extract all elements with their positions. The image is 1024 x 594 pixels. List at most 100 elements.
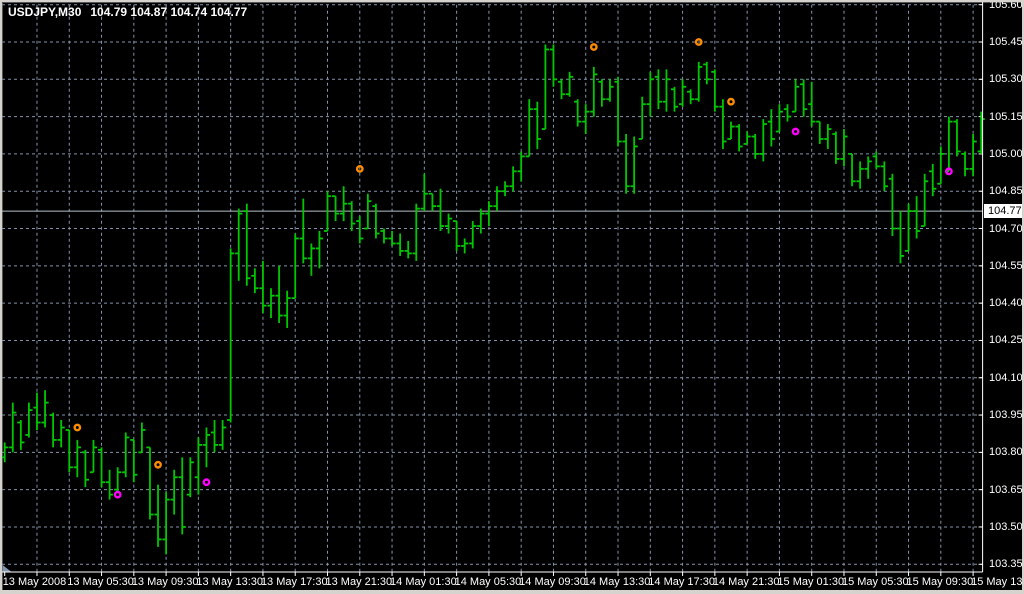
ohlc-bar: [453, 221, 460, 251]
ohlc-bar: [74, 440, 81, 477]
ohlc-bar: [752, 134, 759, 159]
ohlc-bar: [17, 420, 24, 450]
ohlc-bar: [550, 44, 557, 86]
ohlc-bar: [171, 470, 178, 515]
ohlc-bar: [582, 104, 589, 134]
price-axis-label: 105.60: [989, 2, 1022, 11]
ohlc-bar: [606, 79, 613, 101]
ohlc-bar: [865, 156, 872, 178]
ohlc-bar: [711, 69, 718, 111]
price-axis-label: 103.95: [989, 409, 1022, 421]
orange-signal-marker-icon: [591, 44, 596, 49]
time-axis-label: 13 May 05:30: [67, 576, 134, 588]
ohlc-bar: [631, 137, 638, 194]
ohlc-bar: [380, 229, 387, 244]
ohlc-bar: [792, 79, 799, 111]
price-axis-label: 104.55: [989, 260, 1022, 272]
time-axis-label: 13 May 13:30: [196, 576, 263, 588]
magenta-signal-marker-icon: [204, 480, 209, 485]
ohlc-bar: [647, 72, 654, 117]
ohlc-bar: [800, 79, 807, 116]
time-axis-label: 15 May 09:30: [907, 576, 974, 588]
ohlc-bar: [50, 413, 57, 448]
ohlc-bar: [429, 194, 436, 211]
ohlc-bar: [203, 427, 210, 467]
ohlc-bar: [219, 420, 226, 450]
ohlc-bar: [574, 99, 581, 126]
ohlc-quote-label: 104.79 104.87 104.74 104.77: [90, 5, 247, 19]
time-axis-label: 14 May 13:30: [584, 576, 651, 588]
ohlc-bar: [622, 134, 629, 194]
ohlc-bar: [671, 87, 678, 112]
ohlc-bar: [413, 204, 420, 261]
ohlc-bar: [970, 134, 977, 176]
time-axis-label: 14 May 05:30: [455, 576, 522, 588]
ohlc-bar: [146, 447, 153, 519]
ohlc-bar: [98, 447, 105, 487]
chart-window: USDJPY,M30 104.79 104.87 104.74 104.77 10…: [0, 0, 1024, 594]
ohlc-bar: [284, 291, 291, 328]
ohlc-bar: [808, 82, 815, 127]
price-axis-label: 105.15: [989, 111, 1022, 123]
ohlc-bar: [9, 403, 16, 453]
ohlc-bar: [437, 189, 444, 231]
orange-signal-marker-icon: [75, 425, 80, 430]
ohlc-bar: [663, 69, 670, 111]
ohlc-bar: [760, 119, 767, 161]
ohlc-bar: [66, 430, 73, 472]
ohlc-bar: [953, 119, 960, 156]
ohlc-bar: [590, 67, 597, 117]
ohlc-bar: [695, 62, 702, 102]
price-axis-label: 105.00: [989, 148, 1022, 160]
ohlc-bar: [848, 154, 855, 186]
symbol-period-label: USDJPY,M30: [8, 5, 81, 19]
chart-plot-area[interactable]: USDJPY,M30 104.79 104.87 104.74 104.77 10…: [2, 2, 1022, 590]
ohlc-bar: [122, 432, 129, 477]
ohlc-bar: [356, 216, 363, 243]
ohlc-bar: [687, 89, 694, 104]
ohlc-bar: [461, 238, 468, 253]
ohlc-bar: [744, 132, 751, 144]
ohlc-bar: [469, 221, 476, 248]
ohlc-bar: [275, 266, 282, 323]
price-axis-label: 104.70: [989, 223, 1022, 235]
ohlc-bar: [493, 186, 500, 211]
ohlc-bar: [332, 196, 339, 221]
ohlc-bar: [179, 457, 186, 534]
price-axis-label: 103.65: [989, 484, 1022, 496]
price-axis-label: 103.35: [989, 558, 1022, 570]
time-axis-label: 13 May 09:30: [132, 576, 199, 588]
ohlc-bar: [518, 151, 525, 181]
ohlc-bar: [130, 440, 137, 482]
ohlc-bar: [913, 196, 920, 238]
ohlc-bar: [259, 261, 266, 313]
time-axis-label: 14 May 17:30: [648, 576, 715, 588]
ohlc-bar: [840, 129, 847, 166]
ohlc-bar: [421, 174, 428, 211]
ohlc-bar: [978, 112, 985, 154]
time-axis-label: 14 May 09:30: [519, 576, 586, 588]
ohlc-bar: [881, 161, 888, 191]
ohlc-bar: [235, 209, 242, 281]
ohlc-bar: [485, 201, 492, 226]
ohlc-bar: [397, 234, 404, 256]
ohlc-bar: [308, 243, 315, 275]
ohlc-bar: [703, 62, 710, 84]
ohlc-bar: [82, 450, 89, 487]
ohlc-bar: [889, 174, 896, 236]
ohlc-bar: [735, 124, 742, 151]
ohlc-bar: [832, 132, 839, 164]
ohlc-bar: [897, 211, 904, 263]
orange-signal-marker-icon: [728, 99, 733, 104]
magenta-signal-marker-icon: [793, 129, 798, 134]
ohlc-bar: [25, 403, 32, 438]
ohlc-bar: [558, 79, 565, 99]
ohlc-bar: [372, 204, 379, 239]
chart-canvas[interactable]: [2, 2, 1022, 590]
ohlc-bar: [154, 485, 161, 547]
time-axis-label: 14 May 21:30: [713, 576, 780, 588]
time-axis-label: 14 May 01:30: [390, 576, 457, 588]
ohlc-bar: [316, 231, 323, 268]
ohlc-bar: [138, 423, 145, 453]
ohlc-bar: [106, 470, 113, 500]
